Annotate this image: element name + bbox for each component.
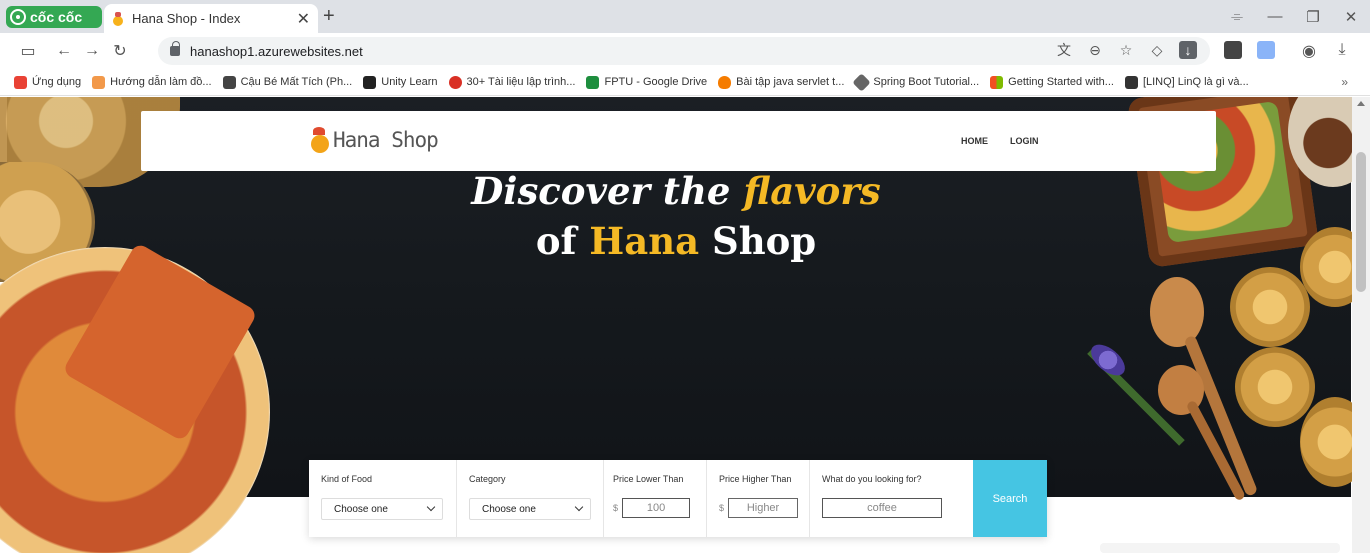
tab-close-icon[interactable]: ✕: [297, 9, 310, 29]
keyword-field: What do you looking for? coffee: [810, 460, 973, 537]
brand-label: cốc cốc: [30, 9, 83, 25]
bookmark-item[interactable]: Spring Boot Tutorial...: [852, 72, 979, 92]
zoom-out-icon[interactable]: ⊖: [1086, 41, 1104, 59]
download-ext-icon[interactable]: ↓: [1179, 41, 1197, 59]
keyword-input[interactable]: coffee: [822, 498, 942, 518]
hero-heading-line2: of Hana Shop: [535, 219, 817, 263]
spring-icon: [852, 72, 872, 92]
new-tab-button[interactable]: +: [323, 5, 335, 28]
restore-icon[interactable]: ❐: [1294, 8, 1332, 26]
kind-of-food-label: Kind of Food: [321, 474, 373, 484]
price-higher-field: Price Higher Than $ Higher: [707, 460, 810, 537]
extension-icon[interactable]: [1257, 41, 1275, 59]
bookmark-item[interactable]: Ứng dụng: [14, 75, 81, 89]
price-lower-input[interactable]: 100: [622, 498, 691, 518]
hero-heading-line1: Discover the flavors: [471, 169, 881, 213]
url-bar[interactable]: hanashop1.azurewebsites.net: [158, 37, 1210, 65]
reload-icon[interactable]: ↻: [106, 41, 134, 61]
bookmark-item[interactable]: Getting Started with...: [990, 75, 1114, 89]
food-decoration: [1235, 347, 1315, 427]
search-button[interactable]: Search: [973, 460, 1047, 537]
microsoft-icon: [990, 75, 1004, 89]
spoon-decoration: [1150, 277, 1204, 347]
lock-icon[interactable]: [170, 41, 180, 56]
category-label: Category: [469, 474, 506, 484]
hana-favicon-icon: [112, 11, 124, 26]
url-actions: 文 ⊖ ☆ ◇ ↓: [1055, 41, 1197, 59]
downloads-icon[interactable]: ⤓: [1328, 41, 1356, 59]
translate-icon[interactable]: 文: [1055, 41, 1073, 59]
food-decoration: [1230, 267, 1310, 347]
bookmark-item[interactable]: FPTU - Google Drive: [586, 75, 707, 89]
logo-text: Hana Shop: [333, 128, 439, 152]
site-logo[interactable]: Hana Shop: [309, 127, 439, 153]
forward-icon[interactable]: →: [78, 42, 106, 60]
bookmark-item[interactable]: Unity Learn: [363, 75, 438, 89]
category-field: Category Choose one: [457, 460, 604, 537]
search-panel: Kind of Food Choose one Category Choose …: [309, 460, 1047, 537]
price-higher-label: Price Higher Than: [719, 474, 792, 484]
minimize-icon[interactable]: —: [1256, 8, 1294, 25]
bookmark-item[interactable]: Hướng dẫn làm đồ...: [92, 75, 212, 89]
bookmark-item[interactable]: Bài tập java servlet t...: [718, 75, 844, 89]
unity-icon: [363, 75, 377, 89]
kind-of-food-select[interactable]: Choose one: [321, 498, 443, 520]
shield-icon[interactable]: ◇: [1148, 41, 1166, 59]
profile-icon[interactable]: ◉: [1295, 41, 1323, 61]
flame-icon: [718, 75, 732, 89]
content-decoration: [1100, 543, 1340, 553]
bookmark-favicon-icon: [92, 75, 106, 89]
keyword-label: What do you looking for?: [822, 474, 922, 484]
bookmark-favicon-icon: [222, 75, 236, 89]
bookmark-item[interactable]: [LINQ] LinQ là gì và...: [1124, 75, 1249, 89]
extension-icon[interactable]: [1224, 41, 1242, 59]
google-drive-icon: [586, 75, 600, 89]
page-scrollbar[interactable]: [1352, 97, 1370, 553]
coccoc-logo-icon: [10, 9, 26, 25]
chick-logo-icon: [309, 127, 329, 153]
price-lower-label: Price Lower Than: [613, 474, 684, 484]
url-text: hanashop1.azurewebsites.net: [190, 43, 363, 59]
sidebar-icon[interactable]: ▭: [14, 41, 42, 61]
tab-title: Hana Shop - Index: [132, 11, 241, 26]
bookmark-favicon-icon: [448, 75, 462, 89]
site-navbar: Hana Shop HOME LOGIN: [141, 111, 1216, 171]
kind-of-food-field: Kind of Food Choose one: [309, 460, 457, 537]
browser-tab-bar: cốc cốc Hana Shop - Index ✕ + ⌯ — ❐ ✕: [0, 0, 1370, 33]
chevron-down-icon: [574, 502, 584, 512]
bookmark-star-icon[interactable]: ☆: [1117, 41, 1135, 59]
bookmark-favicon-icon: [1124, 75, 1138, 89]
active-tab[interactable]: Hana Shop - Index ✕: [104, 4, 318, 33]
coccoc-menu-button[interactable]: cốc cốc: [6, 6, 102, 28]
window-controls: ⌯ — ❐ ✕: [1218, 0, 1370, 33]
bookmark-item[interactable]: Cậu Bé Mất Tích (Ph...: [222, 75, 352, 89]
currency-symbol: $: [719, 503, 725, 513]
back-icon[interactable]: ←: [50, 42, 78, 60]
tab-search-icon[interactable]: ⌯: [1218, 8, 1256, 25]
bookmarks-overflow-icon[interactable]: »: [1341, 75, 1348, 89]
currency-symbol: $: [613, 503, 619, 513]
apps-grid-icon: [14, 75, 27, 89]
price-higher-input[interactable]: Higher: [728, 498, 799, 518]
scroll-up-icon[interactable]: [1357, 101, 1365, 106]
address-toolbar: ▭ ← → ↻ hanashop1.azurewebsites.net 文 ⊖ …: [0, 33, 1370, 69]
nav-home-link[interactable]: HOME: [961, 136, 988, 146]
chevron-down-icon: [426, 502, 436, 512]
scrollbar-thumb[interactable]: [1356, 152, 1366, 292]
price-lower-field: Price Lower Than $ 100: [604, 460, 707, 537]
page-viewport: Discover the flavors of Hana Shop Hana S…: [0, 97, 1352, 553]
bookmarks-bar: Ứng dụng Hướng dẫn làm đồ... Cậu Bé Mất …: [0, 69, 1370, 96]
bookmark-item[interactable]: 30+ Tài liệu lập trình...: [448, 75, 575, 89]
nav-login-link[interactable]: LOGIN: [1010, 136, 1039, 146]
category-select[interactable]: Choose one: [469, 498, 591, 520]
close-window-icon[interactable]: ✕: [1332, 8, 1370, 26]
